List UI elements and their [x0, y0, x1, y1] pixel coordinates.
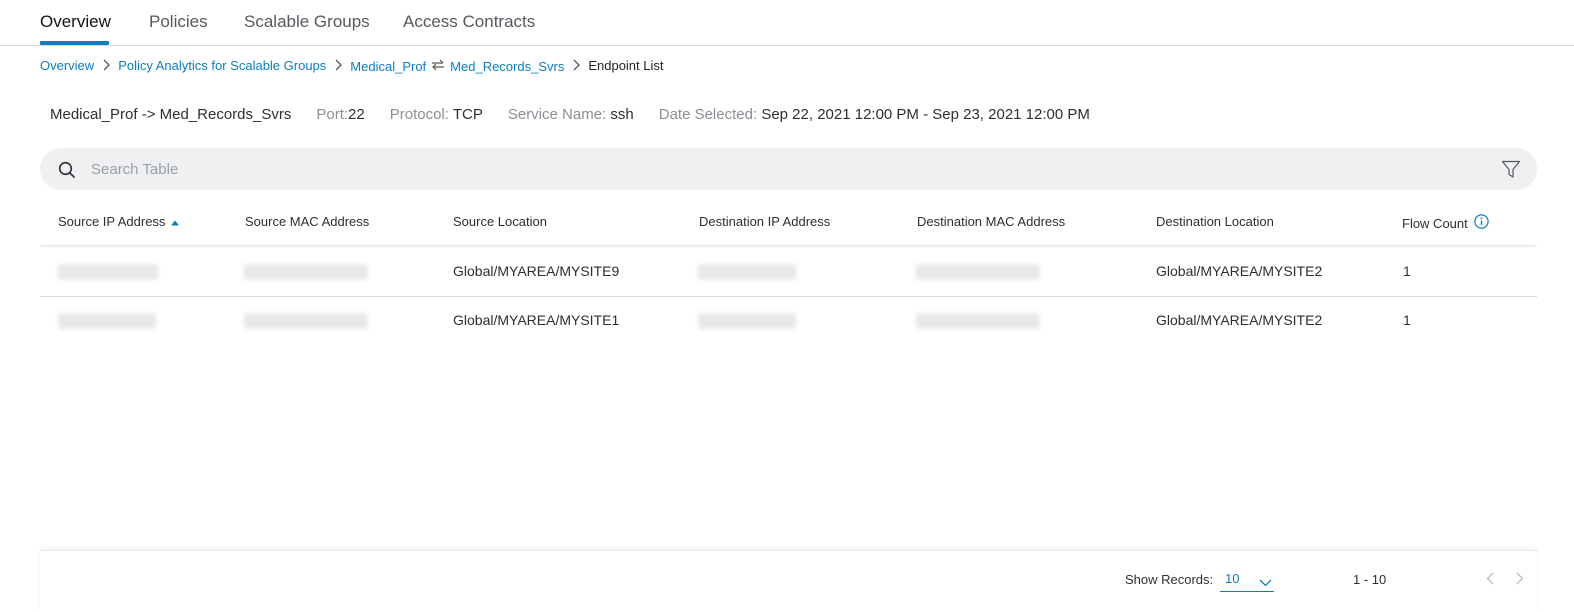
- table-row[interactable]: Global/MYAREA/MYSITE9 Global/MYAREA/MYSI…: [40, 247, 1537, 297]
- date-info: Date Selected: Sep 22, 2021 12:00 PM - S…: [659, 106, 1090, 123]
- date-label: Date Selected:: [658, 106, 758, 123]
- active-tab-indicator: [40, 41, 109, 45]
- port-label: Port:: [316, 106, 349, 123]
- date-value: Sep 22, 2021 12:00 PM - Sep 23, 2021 12:…: [761, 106, 1090, 123]
- search-icon: [58, 161, 76, 184]
- info-icon[interactable]: [1474, 214, 1489, 232]
- redacted-source-ip: [58, 313, 156, 329]
- pagination-range: 1 - 10: [1353, 572, 1387, 587]
- destination-location-cell: Global/MYAREA/MYSITE2: [1156, 263, 1323, 279]
- table-footer: Show Records: 10 1 - 10: [40, 550, 1537, 612]
- breadcrumb-policy-analytics-link[interactable]: Policy Analytics for Scalable Groups: [118, 58, 326, 73]
- sort-ascending-icon: [171, 214, 180, 229]
- table-header: Source IP Address Source MAC Address Sou…: [40, 200, 1537, 246]
- breadcrumb-destination-group-link[interactable]: Med_Records_Svrs: [450, 59, 564, 74]
- redacted-destination-mac: [916, 313, 1040, 329]
- show-records-label: Show Records:: [1125, 572, 1214, 587]
- search-bar: [40, 148, 1537, 190]
- column-header-label: Source MAC Address: [245, 214, 370, 229]
- column-header-label: Source Location: [453, 214, 547, 229]
- destination-location-cell: Global/MYAREA/MYSITE2: [1156, 312, 1323, 328]
- redacted-source-mac: [244, 313, 368, 329]
- source-location-cell: Global/MYAREA/MYSITE9: [453, 263, 620, 279]
- flow-count-cell: 1: [1403, 263, 1411, 279]
- previous-page-icon[interactable]: [1486, 572, 1494, 590]
- column-header-label: Destination IP Address: [699, 214, 831, 229]
- breadcrumb-source-group-link[interactable]: Medical_Prof: [350, 59, 426, 74]
- redacted-destination-mac: [916, 264, 1040, 280]
- protocol-info: Protocol: TCP: [390, 106, 483, 123]
- port-value: 22: [348, 106, 365, 123]
- flow-count-cell: 1: [1403, 312, 1411, 328]
- port-info: Port:22: [316, 106, 364, 123]
- column-header-destination-location[interactable]: Destination Location: [1156, 214, 1274, 229]
- tab-access-contracts[interactable]: Access Contracts: [403, 12, 535, 32]
- swap-arrows-icon: [426, 59, 450, 71]
- chevron-right-icon: [564, 59, 588, 71]
- chevron-right-icon: [94, 59, 118, 71]
- search-input[interactable]: [91, 158, 1471, 180]
- breadcrumb-current: Endpoint List: [588, 57, 664, 73]
- column-header-label: Destination MAC Address: [917, 214, 1066, 229]
- protocol-value: TCP: [452, 106, 483, 123]
- flow-direction: Medical_Prof -> Med_Records_Svrs: [50, 106, 292, 123]
- flow-summary: Medical_Prof -> Med_Records_Svrs Port:22…: [50, 106, 1115, 123]
- column-header-source-location[interactable]: Source Location: [453, 214, 547, 229]
- column-header-label: Destination Location: [1156, 214, 1274, 229]
- redacted-destination-ip: [698, 313, 796, 329]
- tab-overview[interactable]: Overview: [40, 12, 111, 32]
- tab-policies[interactable]: Policies: [149, 12, 208, 32]
- breadcrumb: Overview Policy Analytics for Scalable G…: [40, 56, 664, 75]
- column-header-label: Source IP Address: [58, 214, 166, 229]
- show-records-value: 10: [1225, 571, 1240, 586]
- service-value: ssh: [610, 106, 634, 123]
- column-header-destination-mac[interactable]: Destination MAC Address: [917, 214, 1065, 229]
- chevron-right-icon: [326, 59, 350, 71]
- breadcrumb-overview-link[interactable]: Overview: [40, 58, 94, 73]
- filter-icon[interactable]: [1501, 160, 1521, 184]
- source-location-cell: Global/MYAREA/MYSITE1: [453, 312, 620, 328]
- service-info: Service Name: ssh: [508, 106, 634, 123]
- chevron-down-icon: [1259, 574, 1272, 592]
- table-row[interactable]: Global/MYAREA/MYSITE1 Global/MYAREA/MYSI…: [40, 296, 1537, 346]
- service-label: Service Name:: [507, 106, 607, 123]
- column-header-source-ip[interactable]: Source IP Address: [58, 214, 180, 229]
- column-header-source-mac[interactable]: Source MAC Address: [245, 214, 369, 229]
- column-header-label: Flow Count: [1402, 215, 1468, 231]
- redacted-destination-ip: [698, 264, 796, 280]
- tab-scalable-groups[interactable]: Scalable Groups: [244, 12, 370, 32]
- protocol-label: Protocol:: [389, 106, 449, 123]
- redacted-source-mac: [244, 264, 368, 280]
- top-tab-bar: Overview Policies Scalable Groups Access…: [0, 0, 1574, 46]
- column-header-destination-ip[interactable]: Destination IP Address: [699, 214, 830, 229]
- redacted-source-ip: [58, 264, 158, 280]
- show-records-dropdown[interactable]: 10: [1220, 568, 1274, 592]
- next-page-icon[interactable]: [1516, 572, 1524, 590]
- column-header-flow-count[interactable]: Flow Count: [1402, 214, 1489, 232]
